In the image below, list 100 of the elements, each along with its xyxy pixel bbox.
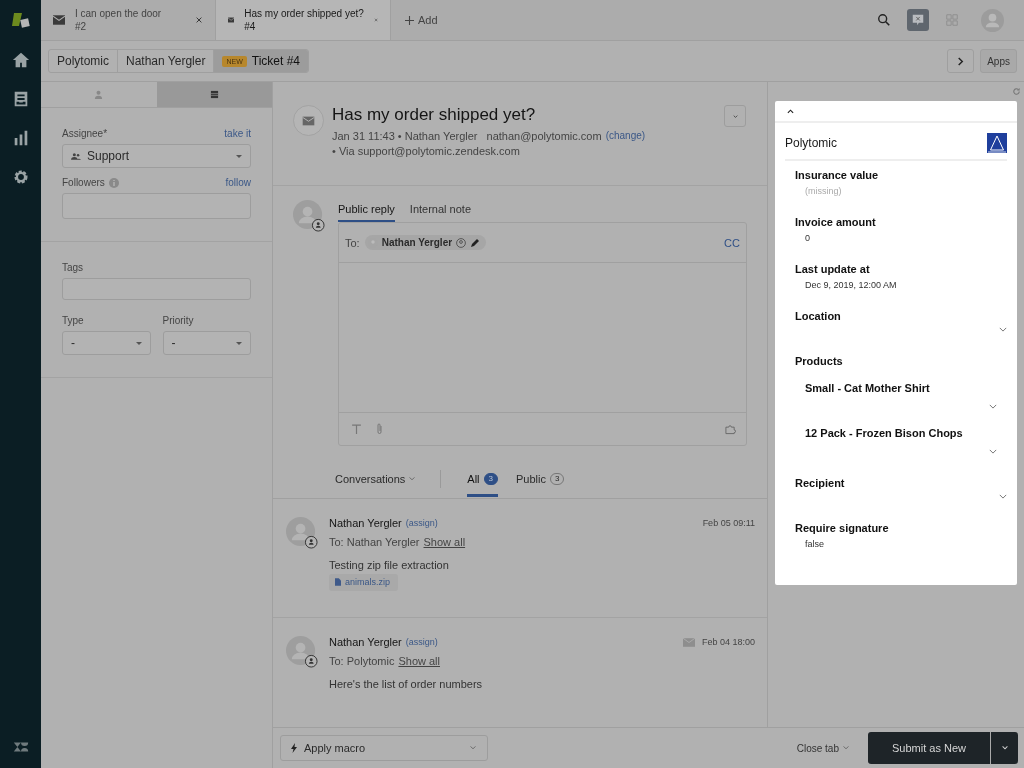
field-label: Products [795,355,844,367]
envelope-icon [228,15,235,25]
message-time: Feb 05 09:11 [702,518,755,528]
chevron-down-icon[interactable] [999,494,1007,499]
product-name: Small - Cat Mother Shirt [805,382,931,394]
field-label: Last update at [795,263,871,275]
chat-button[interactable] [907,9,929,31]
close-tab-menu[interactable]: Close tab [796,742,850,754]
breadcrumb-label: Nathan Yergler [126,54,206,68]
breadcrumb-label: Polytomic [57,54,109,68]
add-tab-button[interactable]: Add [401,10,442,30]
user-avatar-icon [286,517,319,550]
field-value: (missing) [804,186,843,196]
user-avatar-icon [293,200,326,233]
cc-link[interactable]: CC [724,236,740,249]
message-text: Testing zip file extraction [329,559,450,571]
close-icon[interactable] [195,16,203,24]
apps-button[interactable]: Apps [980,49,1017,73]
ticket-meta: Jan 31 11:43 • Nathan Yergler [332,130,478,142]
chevron-down-icon [408,476,417,482]
to-label: To: [345,236,360,249]
chevron-down-icon [469,745,477,751]
caret-icon [236,154,242,158]
show-all-link[interactable]: Show all [398,655,440,667]
chevron-down-icon[interactable] [989,404,997,409]
submit-button[interactable]: Submit as New [868,732,990,764]
via-text: • Via support@polytomic.zendesk.com [332,145,521,157]
take-it-link[interactable]: take it [224,128,251,139]
field-value: 0 [804,233,811,243]
field-label: Tags [62,262,84,273]
breadcrumb-label: Ticket #4 [251,54,300,68]
field-label: Type [62,315,85,326]
reply-type-tab[interactable]: Public reply [338,200,395,222]
apply-macro-dropdown[interactable]: Apply macro [280,735,488,761]
reply-type-tab[interactable]: Internal note [409,200,471,222]
user-circle-icon [456,237,467,248]
type-dropdown[interactable]: - [62,331,151,355]
conversations-menu[interactable]: Conversations [335,473,417,485]
envelope-avatar-icon [293,105,324,136]
field-label: Priority [162,315,195,326]
ticket-tab[interactable]: Has my order shipped yet? #4 [216,0,391,40]
chat-bubble-icon [911,13,925,27]
recipient-name: Nathan Yergler [381,237,453,248]
search-icon [877,13,891,27]
envelope-icon [682,637,695,647]
pencil-icon[interactable] [470,237,481,248]
paperclip-icon[interactable] [374,423,385,435]
caret-icon [135,341,142,345]
conversation-filter-tab[interactable]: Public 3 [516,461,565,497]
user-avatar-icon [286,636,319,669]
field-value: Dec 9, 2019, 12:00 AM [804,280,898,290]
refresh-icon[interactable] [1012,87,1021,96]
author-name: Nathan Yergler [329,517,402,529]
card-icon [209,90,219,99]
collapse-caret-icon[interactable] [787,108,794,114]
home-icon[interactable] [11,51,30,69]
text-format-icon[interactable] [351,423,362,435]
assignee-dropdown[interactable]: Support [62,144,251,168]
chevron-down-icon[interactable] [999,327,1007,332]
breadcrumb-item[interactable]: Polytomic [49,50,118,72]
chevron-down-icon[interactable] [989,449,997,454]
conversation-filter-tab[interactable]: All 3 [467,461,498,497]
envelope-icon [53,15,65,25]
author-name: Nathan Yergler [329,636,402,648]
field-label: Require signature [795,522,890,534]
triangle-logo-icon [987,132,1007,153]
app-title: Polytomic [785,135,837,150]
lightning-icon [291,743,297,753]
close-icon[interactable] [373,16,378,24]
assign-link[interactable]: (assign) [405,637,438,647]
plus-icon [405,15,414,25]
message-time: Feb 04 18:00 [701,637,755,647]
product-name: 12 Pack - Frozen Bison Chops [805,427,964,439]
field-label: Invoice amount [795,216,877,228]
follow-link[interactable]: follow [225,177,251,188]
field-label: Location [795,310,842,322]
recipient-text: To: Polytomic [329,655,395,667]
chevron-down-icon [1000,745,1009,751]
caret-icon [236,341,242,345]
recipient-text: To: Nathan Yergler [329,536,420,548]
user-icon [94,90,104,99]
field-label: Assignee* [62,128,108,139]
assign-link[interactable]: (assign) [405,518,438,528]
ticket-title: Has my order shipped yet? [332,105,537,125]
chevron-down-icon [842,745,850,751]
priority-dropdown[interactable]: - [162,331,251,355]
message-text: Here's the list of order numbers [329,678,484,690]
group-icon [71,152,81,160]
submit-options-button[interactable] [990,732,1018,764]
logo-icon[interactable] [10,10,31,30]
field-label: Followers [62,177,105,188]
field-value: false [804,539,825,549]
file-icon [335,578,341,586]
show-all-link[interactable]: Show all [423,536,466,548]
expand-button[interactable] [947,49,975,73]
field-label: Recipient [795,477,846,489]
change-link[interactable]: (change) [605,130,646,142]
recipient-chip[interactable]: Nathan Yergler [364,235,487,250]
chevron-right-icon [956,56,966,66]
attachment-chip[interactable]: animals.zip [329,574,399,591]
